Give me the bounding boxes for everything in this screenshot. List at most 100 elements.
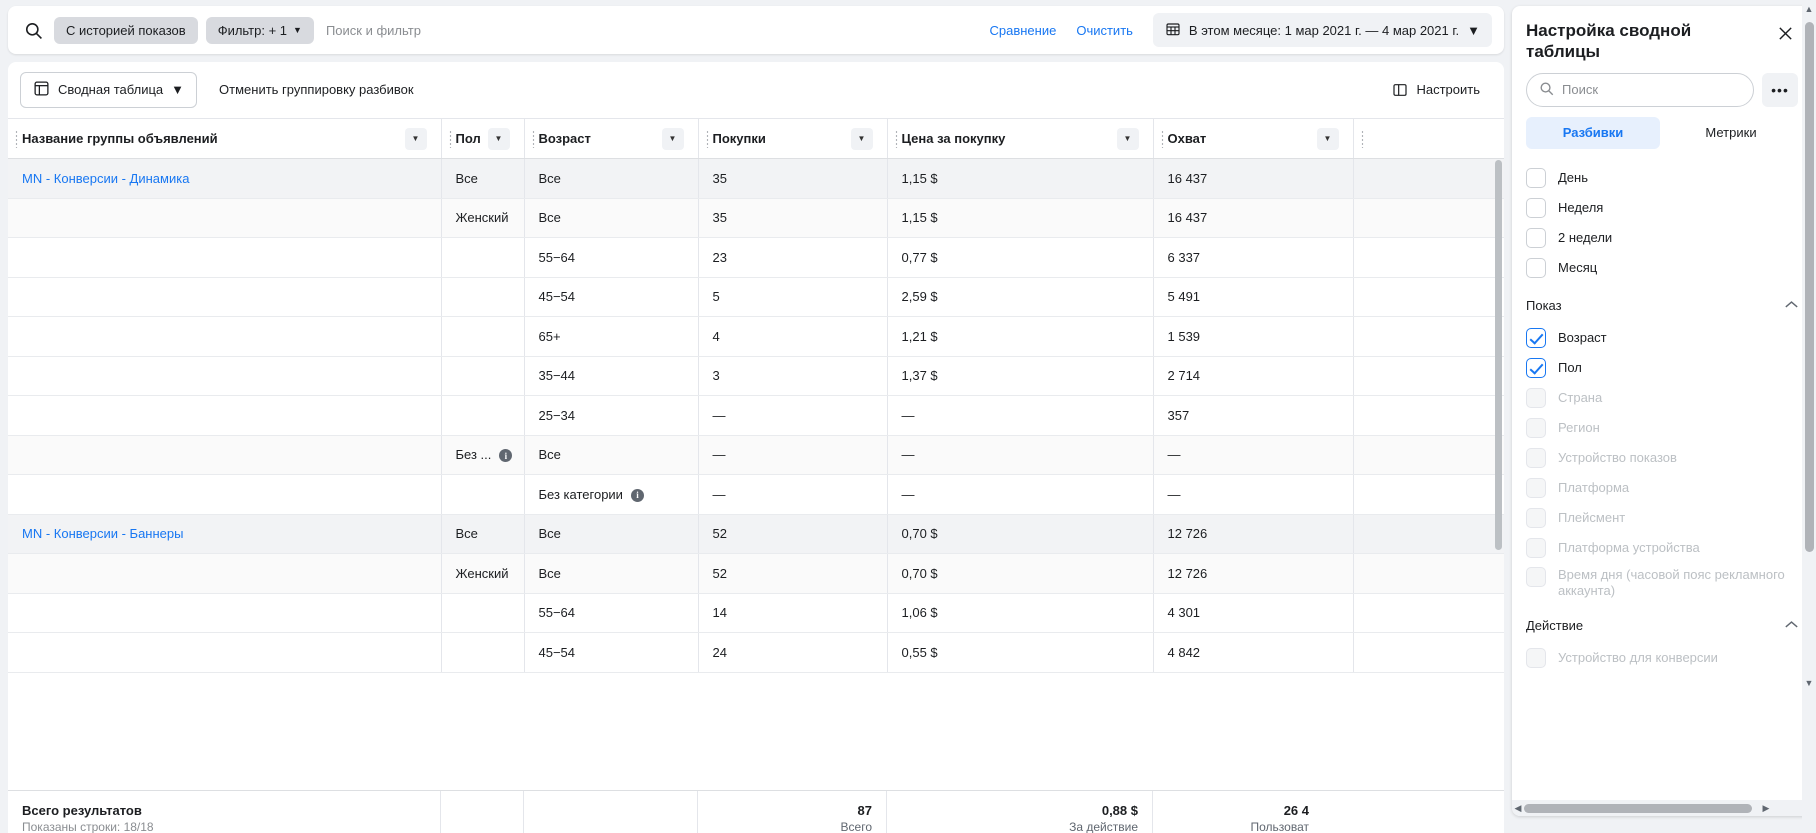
cell-adset-name[interactable]: MN - Конверсии - Динамика <box>8 158 442 199</box>
cell-adset-name[interactable]: MN - Конверсии - Баннеры <box>8 514 442 554</box>
search-input[interactable]: Поиск и фильтр <box>322 23 976 38</box>
checkbox-icon[interactable] <box>1526 357 1546 378</box>
table-row[interactable]: MN - Конверсии - Динамика Все Все 35 1,15 $ 1… <box>8 158 1504 199</box>
section-delivery-header[interactable]: Показ <box>1526 289 1798 323</box>
time-breakdown-item-1[interactable]: День <box>1526 163 1798 193</box>
table-row[interactable]: MN - Конверсии - Баннеры Все Все 52 0,70 $ 12… <box>8 514 1504 554</box>
scroll-left-arrow-icon[interactable]: ◀ <box>1512 801 1524 815</box>
column-header-4[interactable]: Покупки ▼ <box>698 118 888 159</box>
panel-horizontal-scrollbar[interactable]: ◀ ▶ <box>1512 800 1812 816</box>
time-breakdown-item-3[interactable]: 2 недели <box>1526 223 1798 253</box>
table-row[interactable]: Женский Все 35 1,15 $ 16 437 <box>8 198 1504 238</box>
clear-link[interactable]: Очистить <box>1070 19 1139 42</box>
column-menu-chevron-down-icon[interactable]: ▼ <box>850 127 873 150</box>
delivery-breakdown-item-2[interactable]: Пол <box>1526 353 1798 383</box>
checkbox-icon <box>1526 447 1546 468</box>
ungroup-breakdowns-button[interactable]: Отменить группировку разбивок <box>207 71 426 108</box>
table-row[interactable]: 55−64 23 0,77 $ 6 337 <box>8 237 1504 278</box>
table-row[interactable]: Без категории i — — — <box>8 474 1504 515</box>
delivery-breakdown-item-6: Платформа <box>1526 473 1798 503</box>
customize-button[interactable]: Настроить <box>1380 71 1492 108</box>
campaign-name-link[interactable]: MN - Конверсии - Баннеры <box>22 526 183 541</box>
column-header-1[interactable]: Название группы объявлений ▼ <box>8 118 442 159</box>
scroll-down-arrow-icon[interactable]: ▼ <box>1803 676 1815 690</box>
scroll-right-arrow-icon[interactable]: ▶ <box>1760 801 1772 815</box>
time-breakdown-item-4[interactable]: Месяц <box>1526 253 1798 283</box>
column-resize-handle[interactable] <box>1360 129 1364 148</box>
table-row[interactable]: 45−54 5 2,59 $ 5 491 <box>8 277 1504 317</box>
checkbox-icon[interactable] <box>1526 257 1546 278</box>
cell-extra <box>1353 277 1504 317</box>
column-menu-chevron-down-icon[interactable]: ▼ <box>404 127 427 150</box>
table-row[interactable]: Женский Все 52 0,70 $ 12 726 <box>8 553 1504 594</box>
column-menu-chevron-down-icon[interactable]: ▼ <box>1316 127 1339 150</box>
table-vertical-scrollbar[interactable] <box>1495 160 1502 550</box>
date-range-picker[interactable]: В этом месяце: 1 мар 2021 г. — 4 мар 202… <box>1152 13 1492 47</box>
section-action-header[interactable]: Действие <box>1526 609 1798 643</box>
cell-purchases-text: 52 <box>712 565 727 581</box>
column-resize-handle[interactable] <box>15 129 18 148</box>
column-resize-handle[interactable] <box>531 129 535 148</box>
panel-hscroll-thumb[interactable] <box>1524 803 1752 813</box>
column-header-label: Покупки <box>712 131 766 146</box>
table-row[interactable]: 55−64 14 1,06 $ 4 301 <box>8 593 1504 633</box>
info-icon[interactable]: i <box>499 449 513 463</box>
column-menu-chevron-down-icon[interactable]: ▼ <box>487 127 510 150</box>
pivot-table-button[interactable]: Сводная таблица ▼ <box>20 71 198 108</box>
table-row[interactable]: 35−44 3 1,37 $ 2 714 <box>8 356 1504 396</box>
column-header-5[interactable]: Цена за покупку ▼ <box>887 118 1154 159</box>
column-resize-handle[interactable] <box>1160 129 1164 148</box>
checkbox-icon[interactable] <box>1526 227 1546 248</box>
delivery-breakdown-group: Возраст Пол Страна Регион Устройство показов… <box>1526 323 1798 603</box>
column-resize-handle[interactable] <box>705 129 709 148</box>
pivot-table: Название группы объявлений ▼ Пол ▼ Возраст ▼ П… <box>8 118 1504 673</box>
cell-gender <box>441 277 525 317</box>
table-row[interactable]: 45−54 24 0,55 $ 4 842 <box>8 632 1504 673</box>
checkbox-icon[interactable] <box>1526 167 1546 188</box>
window-vertical-scrollbar[interactable]: ▲ ▼ <box>1802 0 1816 833</box>
chip-impression-history[interactable]: С историей показов <box>54 16 198 44</box>
time-breakdown-item-2[interactable]: Неделя <box>1526 193 1798 223</box>
column-header-3[interactable]: Возраст ▼ <box>524 118 699 159</box>
panel-tab-2[interactable]: Метрики <box>1664 117 1798 149</box>
column-menu-chevron-down-icon[interactable]: ▼ <box>661 127 684 150</box>
table-row[interactable]: Без ... i Все — — — <box>8 435 1504 475</box>
panel-more-options-button[interactable]: ••• <box>1762 72 1798 107</box>
delivery-breakdown-item-1[interactable]: Возраст <box>1526 323 1798 353</box>
column-header-7[interactable] <box>1353 118 1504 159</box>
compare-link[interactable]: Сравнение <box>983 19 1062 42</box>
panel-search-input[interactable]: Поиск <box>1526 72 1754 107</box>
panel-search-placeholder: Поиск <box>1562 82 1599 97</box>
checkbox-icon[interactable] <box>1526 327 1546 348</box>
action-breakdown-item-1: Устройство для конверсии <box>1526 643 1798 673</box>
cell-gender-text: Женский <box>455 210 509 226</box>
totals-purchases-value: 87 <box>857 803 872 818</box>
column-header-6[interactable]: Охват ▼ <box>1153 118 1354 159</box>
checkbox-icon[interactable] <box>1526 197 1546 218</box>
info-icon[interactable]: i <box>630 488 644 502</box>
campaign-name-link[interactable]: MN - Конверсии - Динамика <box>22 171 189 186</box>
panel-tab-1[interactable]: Разбивки <box>1526 116 1660 149</box>
column-header-2[interactable]: Пол ▼ <box>441 118 525 159</box>
cell-extra <box>1353 395 1504 436</box>
close-icon[interactable] <box>1772 20 1798 46</box>
table-row[interactable]: 25−34 — — 357 <box>8 395 1504 436</box>
table-row[interactable]: 65+ 4 1,21 $ 1 539 <box>8 316 1504 357</box>
cell-extra <box>1353 356 1504 396</box>
cell-purchases-text: — <box>712 447 726 463</box>
cell-purchases-text: 5 <box>712 289 720 305</box>
cell-purchases-text: 14 <box>712 605 727 621</box>
pivot-table-container: Название группы объявлений ▼ Пол ▼ Возраст ▼ П… <box>8 118 1504 833</box>
table-totals-row: Всего результатов Показаны строки: 18/18… <box>8 790 1504 833</box>
chip-filter[interactable]: Фильтр: + 1 ▼ <box>205 16 314 44</box>
cell-adset-name <box>8 277 442 317</box>
column-resize-handle[interactable] <box>448 129 452 148</box>
column-menu-chevron-down-icon[interactable]: ▼ <box>1116 127 1139 150</box>
column-resize-handle[interactable] <box>894 129 898 148</box>
scroll-up-arrow-icon[interactable]: ▲ <box>1803 2 1815 16</box>
cell-cost-per-purchase-text: 0,55 $ <box>901 644 938 660</box>
search-icon[interactable] <box>20 17 46 43</box>
cell-extra <box>1353 474 1504 515</box>
window-scroll-thumb[interactable] <box>1805 22 1814 552</box>
totals-cpp-label: За действие <box>1069 820 1138 833</box>
